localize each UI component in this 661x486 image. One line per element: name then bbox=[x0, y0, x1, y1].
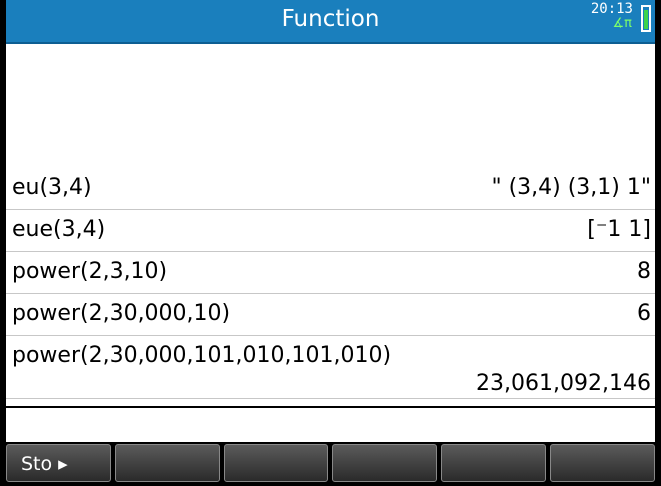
softkey-5[interactable] bbox=[441, 444, 547, 482]
battery-level bbox=[644, 10, 648, 29]
app-title: Function bbox=[281, 6, 380, 32]
history-entry[interactable]: eu(3,4) " (3,4) (3,1) 1" bbox=[6, 168, 655, 210]
history-entry[interactable]: eue(3,4) [⁻1 1] bbox=[6, 210, 655, 252]
history-output: 8 bbox=[637, 259, 651, 284]
softkey-4[interactable] bbox=[332, 444, 438, 482]
history-entry[interactable]: power(2,30,000,10) 6 bbox=[6, 294, 655, 336]
history-input: power(2,3,10) bbox=[12, 259, 168, 284]
history-output: [⁻1 1] bbox=[587, 217, 651, 242]
softkey-2[interactable] bbox=[114, 444, 220, 482]
softkey-6[interactable] bbox=[550, 444, 655, 482]
title-bar: Function 20:13 ∡π bbox=[6, 0, 655, 44]
history-output: 23,061,092,146 bbox=[476, 371, 651, 396]
softkey-3[interactable] bbox=[223, 444, 329, 482]
softkey-menu: Sto ▸ bbox=[6, 442, 655, 486]
command-line[interactable] bbox=[6, 406, 655, 444]
history-output: " (3,4) (3,1) 1" bbox=[491, 175, 651, 200]
history-input: eu(3,4) bbox=[12, 175, 92, 200]
clock: 20:13 bbox=[590, 1, 633, 17]
battery-icon bbox=[641, 5, 651, 32]
softkey-sto[interactable]: Sto ▸ bbox=[6, 444, 111, 482]
history-entry[interactable]: power(2,30,000,101,010,101,010) 23,061,0… bbox=[6, 336, 655, 399]
calculator-screen: Function 20:13 ∡π eu(3,4) " (3,4) (3,1) … bbox=[0, 0, 661, 486]
history-entry[interactable]: power(2,3,10) 8 bbox=[6, 252, 655, 294]
angle-mode-icon: ∡π bbox=[612, 16, 632, 31]
history-list: eu(3,4) " (3,4) (3,1) 1" eue(3,4) [⁻1 1]… bbox=[6, 168, 655, 399]
history-input: eue(3,4) bbox=[12, 217, 106, 242]
history-input: power(2,30,000,10) bbox=[12, 301, 231, 326]
history-input: power(2,30,000,101,010,101,010) bbox=[12, 343, 392, 368]
history-output: 6 bbox=[637, 301, 651, 326]
